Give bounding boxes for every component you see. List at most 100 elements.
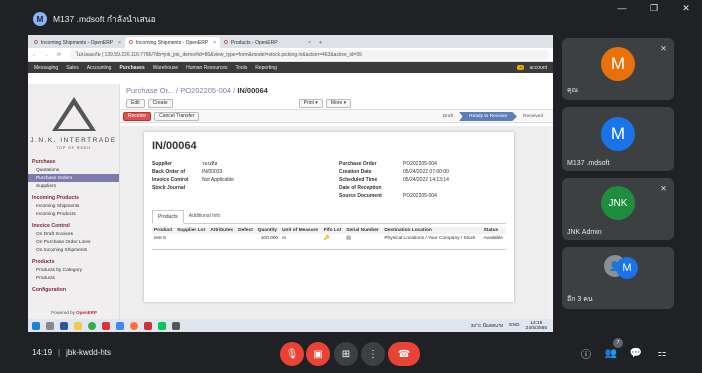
- sidebar-item-po-lines[interactable]: On Purchase Order Lines: [28, 238, 119, 246]
- browser-tab[interactable]: O Products - OpenERP ×: [220, 37, 315, 48]
- breadcrumb-current: IN/00064: [237, 86, 268, 95]
- word-icon[interactable]: [60, 321, 68, 330]
- menu-reporting[interactable]: Reporting: [251, 65, 281, 71]
- print-dropdown[interactable]: Print ▾: [298, 98, 323, 108]
- search-icon[interactable]: [46, 321, 54, 330]
- participant-tile[interactable]: M M137 .mdsoft: [562, 107, 674, 171]
- erp-top-menu: Messaging Sales Accounting Purchases War…: [28, 62, 553, 73]
- close-tab-icon[interactable]: ×: [118, 40, 121, 46]
- menu-tools[interactable]: Tools: [232, 65, 252, 71]
- col-status[interactable]: Status: [481, 227, 506, 234]
- table-row[interactable]: test 5 100.000 m 🔑 ▤ Physical Locations …: [152, 234, 506, 243]
- field-value: PO202205-004: [403, 161, 437, 167]
- receive-button[interactable]: Receive: [123, 111, 152, 121]
- sidebar-item-on-incoming-shipments[interactable]: On Incoming Shipments: [28, 246, 119, 254]
- col-fifo-lot[interactable]: Fifo Lot: [321, 227, 345, 234]
- firefox-icon[interactable]: [130, 321, 138, 330]
- close-tab-icon[interactable]: ×: [308, 40, 311, 46]
- sidebar-item-products-by-category[interactable]: Products by Category: [28, 266, 119, 274]
- sidebar-item-purchase-orders[interactable]: Purchase Orders: [28, 174, 119, 182]
- col-defect[interactable]: Defect: [236, 227, 256, 234]
- language-indicator[interactable]: ENG: [509, 323, 519, 328]
- sidebar: J.N.K. INTERTRADE TOP OF REEH Purchase Q…: [28, 84, 120, 319]
- company-tagline: TOP OF REEH: [56, 146, 91, 150]
- field-label: Date of Reception: [339, 185, 382, 191]
- more-dropdown[interactable]: More ▾: [325, 98, 352, 108]
- create-button[interactable]: Create: [147, 98, 173, 108]
- new-tab-icon[interactable]: +: [315, 37, 327, 48]
- breadcrumb-po[interactable]: PO202205-004: [180, 86, 231, 95]
- edit-button[interactable]: Edit: [126, 98, 145, 108]
- participant-tile[interactable]: 👤 M อีก 3 คน: [562, 247, 674, 309]
- cell-uom: m: [282, 236, 287, 241]
- col-supplier-lot[interactable]: Supplier Lot: [175, 227, 209, 234]
- participant-tile[interactable]: ⨯ M คุณ: [562, 38, 674, 100]
- sidebar-item-suppliers[interactable]: Suppliers: [28, 182, 119, 190]
- windows-start-icon[interactable]: [32, 321, 40, 330]
- close-tab-icon[interactable]: ×: [213, 40, 216, 46]
- url-field[interactable]: ไม่ปลอดภัย | 139.59.226.116:7786/?db=jnk…: [69, 49, 549, 60]
- close-icon[interactable]: ✕: [670, 0, 702, 16]
- meeting-code[interactable]: jbk-kwdd-hts: [66, 348, 111, 357]
- tab-products[interactable]: Products: [152, 210, 184, 224]
- activities-icon[interactable]: ⚏: [655, 346, 669, 360]
- col-uom[interactable]: Unit of Measure: [280, 227, 322, 234]
- menu-accounting[interactable]: Accounting: [83, 65, 116, 71]
- sidebar-item-incoming-shipments[interactable]: Incoming Shipments: [28, 202, 119, 210]
- leave-call-button[interactable]: ☎: [388, 342, 420, 366]
- form-toolbar: Edit Create Print ▾ More ▾: [120, 97, 553, 110]
- more-options-button[interactable]: ⋮: [361, 342, 385, 366]
- menu-warehouse[interactable]: Warehouse: [149, 65, 182, 71]
- restore-icon[interactable]: ❐: [638, 0, 670, 16]
- status-draft[interactable]: Draft: [437, 112, 459, 121]
- browser-tab[interactable]: O Incoming Shipments - OpenERP ×: [30, 37, 125, 48]
- menu-sales[interactable]: Sales: [62, 65, 83, 71]
- app-icon[interactable]: [172, 321, 180, 330]
- explorer-icon[interactable]: [74, 321, 82, 330]
- info-icon[interactable]: ⓘ: [579, 346, 593, 361]
- menu-human-resources[interactable]: Human Resources: [182, 65, 231, 71]
- col-attributes[interactable]: Attributes: [208, 227, 237, 234]
- col-quantity[interactable]: Quantity: [255, 227, 281, 234]
- line-icon[interactable]: [158, 321, 166, 330]
- minimize-icon[interactable]: —: [606, 0, 638, 16]
- taskbar-clock[interactable]: 14:19 24/5/2565: [526, 321, 547, 331]
- hang-up-icon: ☎: [397, 348, 411, 360]
- split-lot-icon[interactable]: ▤: [346, 236, 351, 241]
- chrome-icon[interactable]: [88, 321, 96, 330]
- col-serial[interactable]: Serial Number: [344, 227, 383, 234]
- notification-icon[interactable]: A: [517, 65, 525, 70]
- sidebar-item-products[interactable]: Products: [28, 274, 119, 282]
- browser-tab-active[interactable]: O Incoming Shipments - OpenERP ×: [125, 37, 220, 48]
- app-icon[interactable]: [102, 321, 110, 330]
- user-menu[interactable]: account: [529, 65, 547, 71]
- mic-toggle-button[interactable]: 🎙: [280, 342, 304, 366]
- menu-purchases[interactable]: Purchases: [115, 65, 148, 71]
- col-product[interactable]: Product: [152, 227, 176, 234]
- app-icon[interactable]: [116, 321, 124, 330]
- cancel-transfer-button[interactable]: Cancel Transfer: [154, 111, 200, 121]
- key-icon[interactable]: 🔑: [324, 236, 330, 241]
- chat-icon[interactable]: 💬: [629, 346, 643, 360]
- browser-nav-icons[interactable]: ← → ⟳: [32, 52, 64, 58]
- col-destination[interactable]: Destination Location: [382, 227, 482, 234]
- field-invoice-control: Invoice Control Not Applicable: [152, 176, 319, 184]
- people-icon[interactable]: 👥: [604, 346, 618, 360]
- participant-avatar: JNK: [601, 186, 635, 220]
- sidebar-item-incoming-products[interactable]: Incoming Products: [28, 210, 119, 218]
- field-value: IN/00033: [202, 169, 223, 175]
- system-tray: 32°C มีแดดแรง ENG 14:19 24/5/2565: [471, 321, 553, 331]
- sidebar-item-quotations[interactable]: Quotations: [28, 166, 119, 174]
- sidebar-item-draft-invoices[interactable]: On Draft Invoices: [28, 230, 119, 238]
- weather-status[interactable]: 32°C มีแดดแรง: [471, 322, 504, 330]
- scrollbar[interactable]: [549, 126, 553, 319]
- present-button[interactable]: ⊞: [334, 342, 358, 366]
- app-icon[interactable]: [144, 321, 152, 330]
- tab-additional-info[interactable]: Additional Info: [184, 210, 226, 223]
- status-received[interactable]: Received: [517, 112, 549, 121]
- menu-messaging[interactable]: Messaging: [30, 65, 62, 71]
- participant-tile[interactable]: ⨯ JNK JNK Admin: [562, 178, 674, 240]
- camera-toggle-button[interactable]: ▣: [306, 342, 330, 366]
- breadcrumb-purchase-orders[interactable]: Purchase Or...: [126, 86, 174, 95]
- openerp-favicon-icon: O: [129, 39, 133, 46]
